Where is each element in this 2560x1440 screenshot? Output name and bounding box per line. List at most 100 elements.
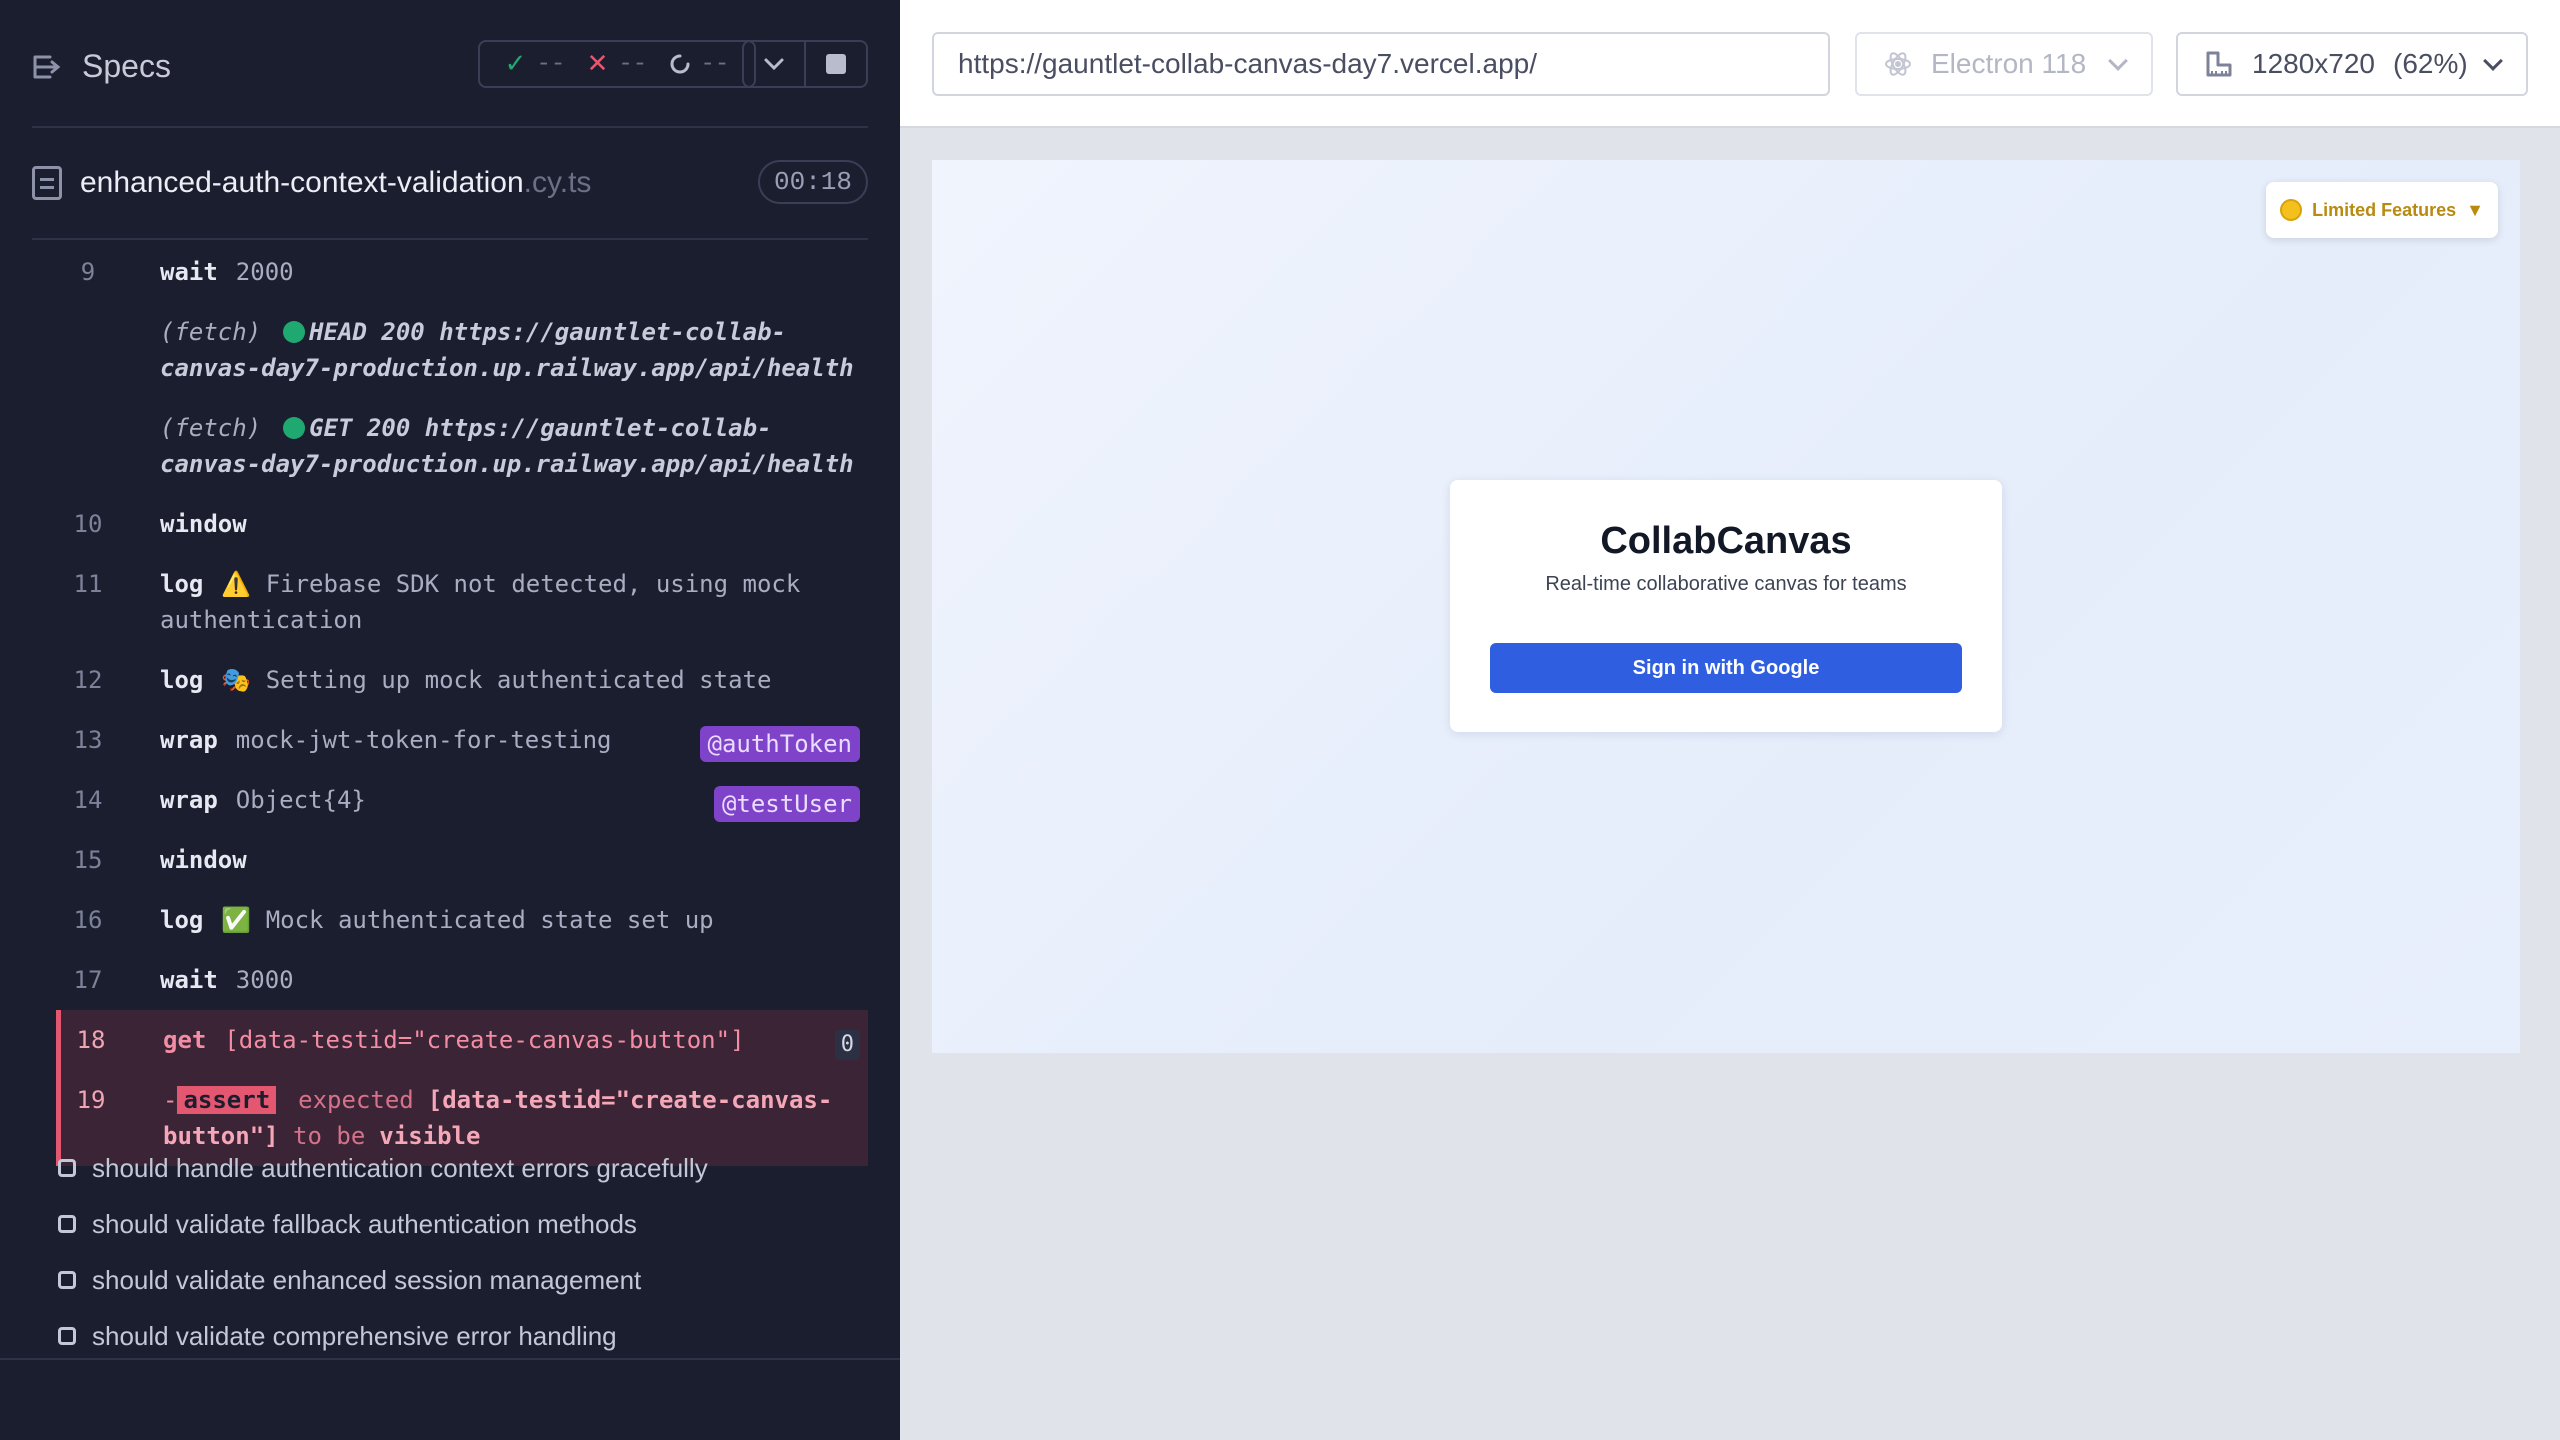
command-row[interactable]: 16 log ✅ Mock authenticated state set up: [58, 890, 868, 950]
assert-expected: expected: [298, 1086, 414, 1114]
test-item[interactable]: should validate comprehensive error hand…: [58, 1308, 868, 1364]
command-name: log: [160, 666, 204, 694]
sign-in-google-button[interactable]: Sign in with Google: [1490, 643, 1962, 693]
aut-toolbar: https://gauntlet-collab-canvas-day7.verc…: [900, 0, 2560, 128]
command-row[interactable]: 9 wait 2000: [58, 242, 868, 302]
app-subtitle: Real-time collaborative canvas for teams: [1545, 573, 1907, 595]
spec-duration: 00:18: [757, 160, 868, 204]
test-item[interactable]: should validate fallback authentication …: [58, 1196, 868, 1252]
chevron-down-icon: [2108, 51, 2128, 71]
pending-count: --: [700, 50, 730, 78]
alias-badge: @authToken: [699, 726, 860, 762]
assert-prefix: -: [163, 1086, 178, 1114]
command-row[interactable]: 17 wait 3000: [58, 950, 868, 1010]
reporter-footer: [0, 1358, 900, 1440]
file-icon: [32, 166, 62, 200]
passed-count: --: [536, 50, 566, 78]
url-field[interactable]: https://gauntlet-collab-canvas-day7.verc…: [932, 32, 1830, 96]
fetch-event-row[interactable]: (fetch) HEAD 200 https://gauntlet-collab-…: [58, 302, 868, 398]
specs-toggle-button[interactable]: Specs: [32, 48, 171, 85]
spinner-icon: [670, 54, 689, 74]
fetch-event-row[interactable]: (fetch) GET 200 https://gauntlet-collab-c…: [58, 398, 868, 494]
viewport-scale: (62%): [2393, 48, 2468, 79]
command-name: get: [163, 1026, 207, 1054]
test-title: should validate enhanced session managem…: [92, 1264, 642, 1295]
command-message: [data-testid="create-canvas-button"]: [224, 1026, 745, 1054]
command-name: wrap: [160, 786, 218, 814]
viewport-selector[interactable]: 1280x720 (62%): [2176, 32, 2528, 96]
failed-stat: ✕ --: [587, 49, 648, 79]
chevron-down-icon: [2483, 51, 2503, 71]
element-count-badge: 0: [834, 1030, 860, 1060]
caret-down-icon: ▼: [2466, 199, 2484, 220]
test-title: should validate fallback authentication …: [92, 1208, 637, 1239]
command-message: ⚠️ Firebase SDK not detected, using mock…: [160, 570, 801, 634]
toggle-auto-scroll-button[interactable]: [744, 42, 804, 86]
test-status-icon: [58, 1327, 76, 1345]
test-item[interactable]: should handle authentication context err…: [58, 1140, 868, 1196]
command-number: 10: [73, 510, 103, 538]
test-stats: ✓ -- ✕ -- --: [478, 40, 756, 88]
command-name: wait: [160, 258, 218, 286]
stop-icon: [826, 54, 846, 74]
specs-toggle-icon: [33, 55, 61, 78]
command-row[interactable]: 10 window: [58, 494, 868, 554]
reporter-header: Specs ✓ -- ✕ -- --: [32, 0, 868, 128]
command-message: 3000: [235, 966, 294, 994]
test-item[interactable]: should validate enhanced session managem…: [58, 1252, 868, 1308]
app-title: CollabCanvas: [1600, 520, 1852, 562]
command-row[interactable]: 13 wrap mock-jwt-token-for-testing @authT…: [58, 710, 868, 770]
command-number: 18: [76, 1026, 106, 1054]
test-status-icon: [58, 1271, 76, 1289]
coin-icon: [2280, 199, 2303, 221]
command-message: 🎭 Setting up mock authenticated state: [221, 666, 772, 694]
command-row[interactable]: 15 window: [58, 830, 868, 890]
test-status-icon: [58, 1215, 76, 1233]
browser-label: Electron 118: [1931, 48, 2087, 79]
command-number: 14: [73, 786, 103, 814]
test-list: should handle authentication context err…: [58, 1140, 868, 1364]
app-under-test-area: https://gauntlet-collab-canvas-day7.verc…: [900, 0, 2560, 1440]
command-message: 2000: [235, 258, 294, 286]
command-row[interactable]: 14 wrap Object{4} @testUser: [58, 770, 868, 830]
command-row[interactable]: 11 log ⚠️ Firebase SDK not detected, usin…: [58, 554, 868, 650]
electron-icon: [1885, 52, 1911, 76]
command-name: window: [160, 846, 247, 874]
failed-command-row[interactable]: 18 get [data-testid="create-canvas-button…: [56, 1010, 868, 1070]
command-name: log: [160, 570, 204, 598]
command-log-panel: Specs ✓ -- ✕ -- -- enhanced-auth-context…: [0, 0, 900, 1440]
spec-file-ext: .cy.ts: [523, 166, 592, 199]
viewport-size: 1280x720: [2252, 48, 2376, 79]
command-message: Object{4}: [235, 786, 366, 814]
command-number: 11: [73, 570, 103, 598]
command-name: window: [160, 510, 247, 538]
check-icon: ✓: [504, 49, 527, 79]
limited-features-badge[interactable]: Limited Features ▼: [2266, 182, 2498, 238]
command-row[interactable]: 12 log 🎭 Setting up mock authenticated st…: [58, 650, 868, 710]
specs-label: Specs: [82, 48, 171, 84]
login-card: CollabCanvas Real-time collaborative can…: [1450, 480, 2002, 732]
command-number: 17: [73, 966, 103, 994]
status-dot-icon: [283, 417, 306, 439]
run-controls: [742, 40, 868, 88]
command-number: 12: [73, 666, 103, 694]
command-message: ✅ Mock authenticated state set up: [221, 906, 714, 934]
test-status-icon: [58, 1159, 76, 1177]
fetch-text: HEAD 200 https://gauntlet-collab-canvas-…: [160, 318, 854, 382]
test-title: should handle authentication context err…: [92, 1152, 708, 1183]
alias-badge: @testUser: [713, 786, 860, 822]
x-icon: ✕: [586, 49, 609, 79]
test-title: should validate comprehensive error hand…: [92, 1320, 617, 1351]
pending-stat: --: [669, 50, 730, 78]
stop-button[interactable]: [804, 42, 866, 86]
limited-features-label: Limited Features: [2312, 199, 2457, 220]
browser-selector[interactable]: Electron 118: [1855, 32, 2153, 96]
passed-stat: ✓ --: [505, 49, 566, 79]
command-name: wrap: [160, 726, 218, 754]
spec-file-name: enhanced-auth-context-validation: [80, 166, 524, 199]
status-dot-icon: [283, 321, 306, 343]
fetch-text: GET 200 https://gauntlet-collab-canvas-d…: [160, 414, 854, 478]
command-message: mock-jwt-token-for-testing: [235, 726, 612, 754]
command-number: 13: [73, 726, 103, 754]
spec-file-header[interactable]: enhanced-auth-context-validation .cy.ts …: [32, 128, 868, 240]
